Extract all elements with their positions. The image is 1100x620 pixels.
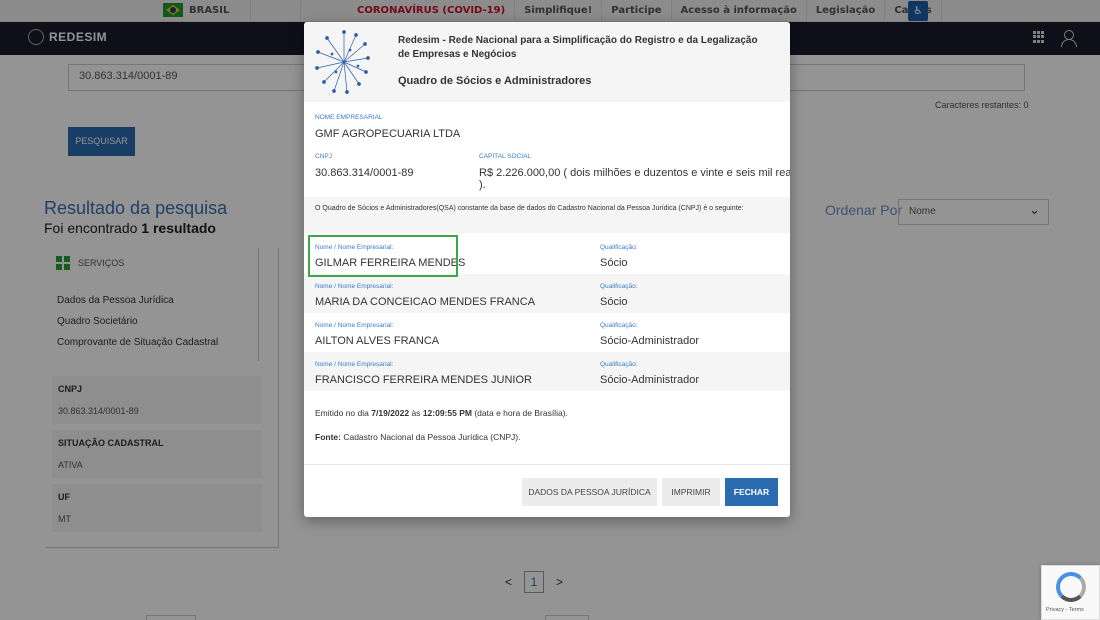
qsa-modal: Redesim - Rede Nacional para a Simplific… — [304, 22, 790, 517]
partner-row: Nome / Nome Empresarial: FRANCISCO FERRE… — [304, 352, 790, 391]
qsa-note: O Quadro de Sócios e Administradores(QSA… — [304, 197, 790, 233]
capital-value-line2: ). — [479, 179, 486, 191]
partner-name: AILTON ALVES FRANCA — [315, 335, 440, 347]
partner-name: MARIA DA CONCEICAO MENDES FRANCA — [315, 296, 536, 308]
recaptcha-badge[interactable]: Privacy - Terms — [1041, 565, 1100, 620]
partner-name-label: Nome / Nome Empresarial: — [315, 361, 394, 368]
source-info: Fonte: Cadastro Nacional da Pessoa Juríd… — [315, 432, 521, 442]
partner-role-label: Qualificação: — [600, 283, 638, 290]
recaptcha-icon — [1056, 572, 1086, 602]
partner-row: Nome / Nome Empresarial: AILTON ALVES FR… — [304, 313, 790, 352]
close-button[interactable]: FECHAR — [725, 478, 778, 506]
modal-title: Redesim - Rede Nacional para a Simplific… — [398, 35, 758, 60]
partner-name-label: Nome / Nome Empresarial: — [315, 283, 394, 290]
partner-name: FRANCISCO FERREIRA MENDES JUNIOR — [315, 374, 532, 386]
cnpj-label: CNPJ — [315, 153, 332, 160]
partner-role: Sócio — [600, 296, 628, 308]
company-data-button[interactable]: DADOS DA PESSOA JURÍDICA — [522, 478, 657, 506]
partner-role-label: Qualificação: — [600, 322, 638, 329]
print-button[interactable]: IMPRIMIR — [662, 478, 720, 506]
partner-row: Nome / Nome Empresarial: MARIA DA CONCEI… — [304, 274, 790, 313]
redesim-burst-logo-icon — [315, 30, 370, 94]
partner-role-label: Qualificação: — [600, 361, 638, 368]
emission-date: 7/19/2022 — [371, 408, 410, 418]
capital-value-line1: R$ 2.226.000,00 ( dois milhões e duzento… — [479, 167, 790, 179]
partner-name-label: Nome / Nome Empresarial: — [315, 322, 394, 329]
recaptcha-text[interactable]: Privacy - Terms — [1046, 607, 1084, 613]
emission-time: 12:09:55 PM — [422, 408, 472, 418]
company-name-value: GMF AGROPECUARIA LTDA — [315, 128, 461, 140]
cnpj-value: 30.863.314/0001-89 — [315, 167, 414, 179]
partner-role: Sócio — [600, 257, 628, 269]
source-label: Fonte: — [315, 432, 341, 442]
emission-prefix: Emitido no dia — [315, 408, 369, 418]
modal-subtitle: Quadro de Sócios e Administradores — [398, 75, 592, 87]
partner-highlight-box — [308, 235, 458, 277]
modal-header: Redesim - Rede Nacional para a Simplific… — [304, 22, 790, 102]
source-value: Cadastro Nacional da Pessoa Jurídica (CN… — [343, 432, 521, 442]
emission-suffix: (data e hora de Brasília). — [474, 408, 568, 418]
company-name-label: NOME EMPRESARIAL — [315, 114, 383, 121]
emission-info: Emitido no dia 7/19/2022 às 12:09:55 PM … — [315, 408, 568, 418]
emission-mid: às — [411, 408, 421, 418]
partner-role: Sócio-Administrador — [600, 335, 700, 347]
capital-label: CAPITAL SOCIAL — [479, 153, 532, 160]
modal-footer-divider — [304, 464, 790, 465]
partner-role-label: Qualificação: — [600, 244, 638, 251]
partner-role: Sócio-Administrador — [600, 374, 700, 386]
